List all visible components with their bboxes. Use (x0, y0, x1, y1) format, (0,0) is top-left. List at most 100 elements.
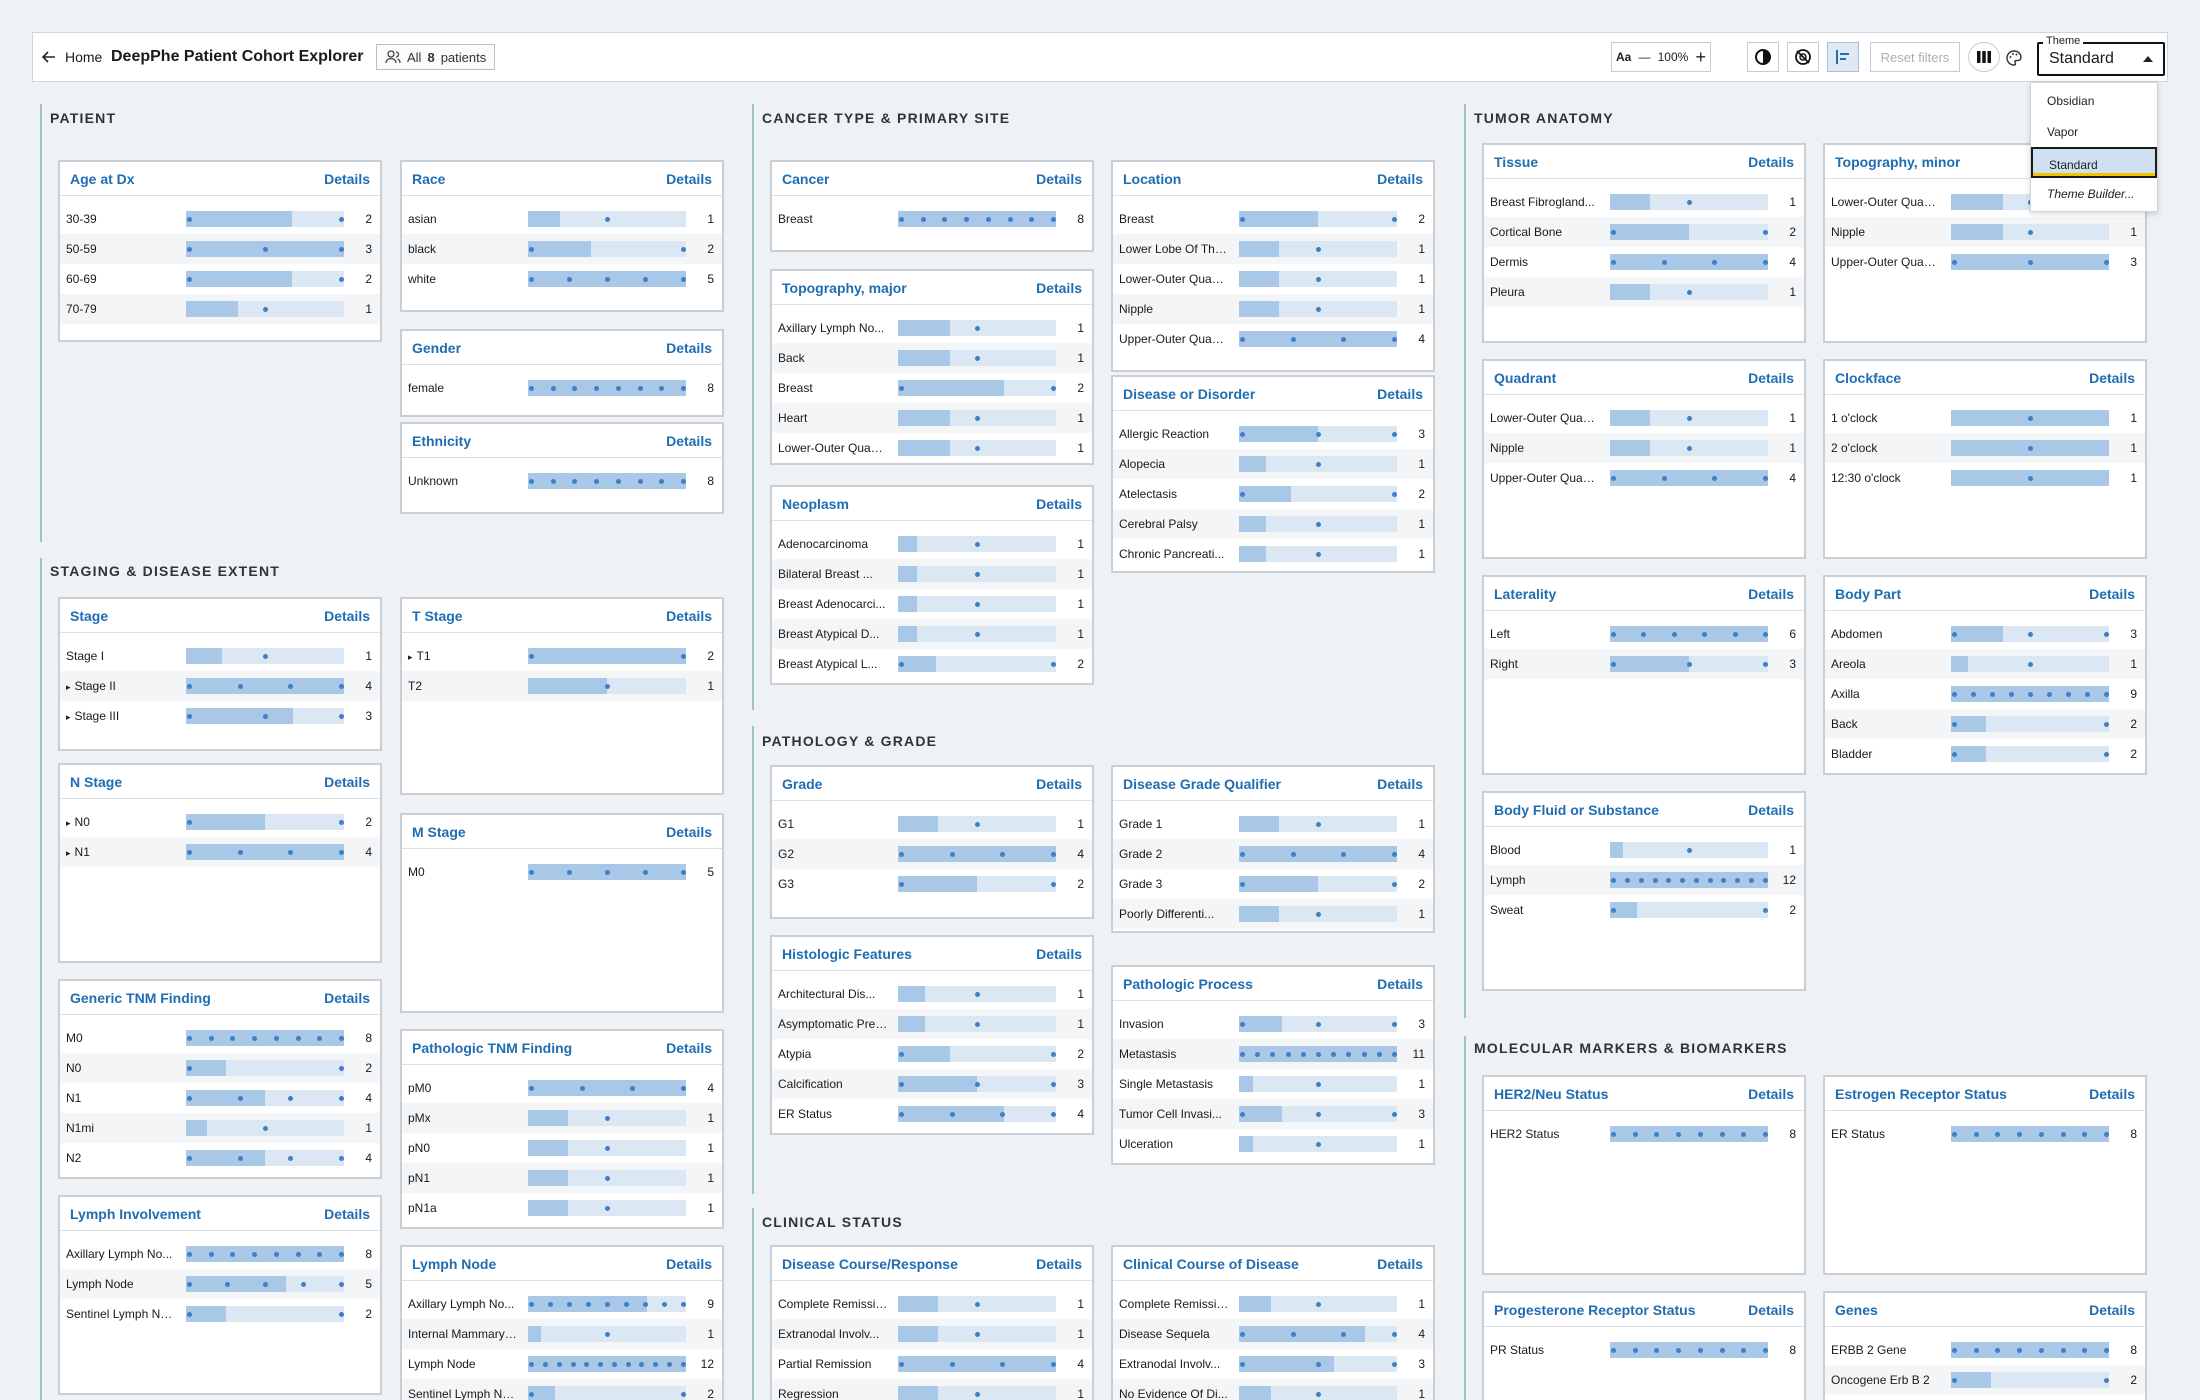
theme-option-vapor[interactable]: Vapor (2031, 116, 2157, 147)
expand-triangle-icon[interactable]: ▸ (66, 712, 71, 722)
home-link[interactable]: Home (41, 46, 102, 68)
details-link[interactable]: Details (1377, 776, 1423, 792)
facet-row[interactable]: Complete Remission 1 (772, 1289, 1092, 1319)
theme-option-obsidian[interactable]: Obsidian (2031, 85, 2157, 116)
details-link[interactable]: Details (1377, 976, 1423, 992)
facet-row[interactable]: Atelectasis 2 (1113, 479, 1433, 509)
facet-row[interactable]: G2 4 (772, 839, 1092, 869)
facet-row[interactable]: Stage I 1 (60, 641, 380, 671)
facet-row[interactable]: No Evidence Of Di... 1 (1113, 1379, 1433, 1400)
facet-row[interactable]: G3 2 (772, 869, 1092, 899)
facet-row[interactable]: Right 3 (1484, 649, 1804, 679)
theme-option-standard[interactable]: Standard (2031, 147, 2157, 178)
details-link[interactable]: Details (1036, 776, 1082, 792)
details-link[interactable]: Details (1036, 1256, 1082, 1272)
facet-row[interactable]: ▸ T1 2 (402, 641, 722, 671)
facet-row[interactable]: Axilla 9 (1825, 679, 2145, 709)
details-link[interactable]: Details (324, 171, 370, 187)
facet-row[interactable]: M0 8 (60, 1023, 380, 1053)
facet-row[interactable]: Extranodal Involv... 1 (772, 1319, 1092, 1349)
facet-row[interactable]: pN1a 1 (402, 1193, 722, 1223)
facet-row[interactable]: Upper-Outer Quadr... 4 (1484, 463, 1804, 493)
expand-triangle-icon[interactable]: ▸ (408, 652, 413, 662)
facet-row[interactable]: Unknown 8 (402, 466, 722, 496)
details-link[interactable]: Details (1377, 1256, 1423, 1272)
details-link[interactable]: Details (324, 608, 370, 624)
facet-row[interactable]: Poorly Differenti... 1 (1113, 899, 1433, 929)
facet-row[interactable]: Breast Fibrogland... 1 (1484, 187, 1804, 217)
facet-row[interactable]: Chronic Pancreati... 1 (1113, 539, 1433, 569)
details-link[interactable]: Details (324, 774, 370, 790)
facet-row[interactable]: Lymph Node 5 (60, 1269, 380, 1299)
facet-row[interactable]: Lymph 12 (1484, 865, 1804, 895)
facet-row[interactable]: Bilateral Breast ... 1 (772, 559, 1092, 589)
facet-row[interactable]: ER Status 8 (1825, 1119, 2145, 1149)
facet-row[interactable]: Breast 2 (1113, 204, 1433, 234)
patients-chip[interactable]: All 8 patients (376, 44, 496, 70)
facet-row[interactable]: M0 5 (402, 857, 722, 887)
facet-row[interactable]: Bladder 2 (1825, 739, 2145, 769)
zoom-in-button[interactable]: + (1695, 47, 1706, 68)
facet-row[interactable]: Lower-Outer Quadr... 1 (772, 433, 1092, 463)
facet-row[interactable]: Regression 1 (772, 1379, 1092, 1400)
details-link[interactable]: Details (1748, 586, 1794, 602)
facet-row[interactable]: N2 4 (60, 1143, 380, 1173)
facet-row[interactable]: Breast Atypical D... 1 (772, 619, 1092, 649)
facet-row[interactable]: N1mi 1 (60, 1113, 380, 1143)
details-link[interactable]: Details (1748, 802, 1794, 818)
facet-row[interactable]: ▸ N1 4 (60, 837, 380, 867)
facet-row[interactable]: Breast Atypical L... 2 (772, 649, 1092, 679)
facet-row[interactable]: Dermis 4 (1484, 247, 1804, 277)
facet-row[interactable]: female 8 (402, 373, 722, 403)
facet-row[interactable]: Nipple 1 (1113, 294, 1433, 324)
facet-row[interactable]: Adenocarcinoma 1 (772, 529, 1092, 559)
details-link[interactable]: Details (2089, 370, 2135, 386)
facet-row[interactable]: PR Status 8 (1484, 1335, 1804, 1365)
facet-row[interactable]: pM0 4 (402, 1073, 722, 1103)
details-link[interactable]: Details (666, 824, 712, 840)
facet-row[interactable]: Upper-Outer Quadr... 4 (1113, 324, 1433, 354)
facet-row[interactable]: ▸ Stage III 3 (60, 701, 380, 731)
facet-row[interactable]: Blood 1 (1484, 835, 1804, 865)
align-toggle-button[interactable] (1827, 42, 1859, 72)
details-link[interactable]: Details (324, 990, 370, 1006)
details-link[interactable]: Details (1748, 154, 1794, 170)
facet-row[interactable]: Asymptomatic Pres... 1 (772, 1009, 1092, 1039)
facet-row[interactable]: Complete Remission 1 (1113, 1289, 1433, 1319)
facet-row[interactable]: Extranodal Involv... 3 (1113, 1349, 1433, 1379)
facet-row[interactable]: 30-39 2 (60, 204, 380, 234)
facet-row[interactable]: white 5 (402, 264, 722, 294)
hide-motion-button[interactable] (1787, 42, 1819, 72)
facet-row[interactable]: Alopecia 1 (1113, 449, 1433, 479)
facet-row[interactable]: pMx 1 (402, 1103, 722, 1133)
details-link[interactable]: Details (1377, 386, 1423, 402)
details-link[interactable]: Details (1036, 946, 1082, 962)
details-link[interactable]: Details (2089, 1302, 2135, 1318)
facet-row[interactable]: Sentinel Lymph No... 2 (60, 1299, 380, 1329)
facet-row[interactable]: T2 1 (402, 671, 722, 701)
details-link[interactable]: Details (666, 171, 712, 187)
expand-triangle-icon[interactable]: ▸ (66, 818, 71, 828)
facet-row[interactable]: Lower-Outer Quadr... 1 (1484, 403, 1804, 433)
facet-row[interactable]: Nipple 1 (1825, 217, 2145, 247)
facet-row[interactable]: Metastasis 11 (1113, 1039, 1433, 1069)
facet-row[interactable]: ▸ Stage II 4 (60, 671, 380, 701)
facet-row[interactable]: pN0 1 (402, 1133, 722, 1163)
details-link[interactable]: Details (1748, 370, 1794, 386)
details-link[interactable]: Details (2089, 586, 2135, 602)
facet-row[interactable]: 70-79 1 (60, 294, 380, 324)
facet-row[interactable]: Areola 1 (1825, 649, 2145, 679)
details-link[interactable]: Details (666, 608, 712, 624)
details-link[interactable]: Details (1036, 171, 1082, 187)
details-link[interactable]: Details (1748, 1302, 1794, 1318)
facet-row[interactable]: 12:30 o'clock 1 (1825, 463, 2145, 493)
facet-row[interactable]: ER Status 4 (772, 1099, 1092, 1129)
facet-row[interactable]: Back 1 (772, 343, 1092, 373)
facet-row[interactable]: Grade 1 1 (1113, 809, 1433, 839)
facet-row[interactable]: Allergic Reaction 3 (1113, 419, 1433, 449)
facet-row[interactable]: Back 2 (1825, 709, 2145, 739)
facet-row[interactable]: Tumor Cell Invasi... 3 (1113, 1099, 1433, 1129)
facet-row[interactable]: Grade 2 4 (1113, 839, 1433, 869)
facet-row[interactable]: Axillary Lymph No... 1 (772, 313, 1092, 343)
facet-row[interactable]: black 2 (402, 234, 722, 264)
